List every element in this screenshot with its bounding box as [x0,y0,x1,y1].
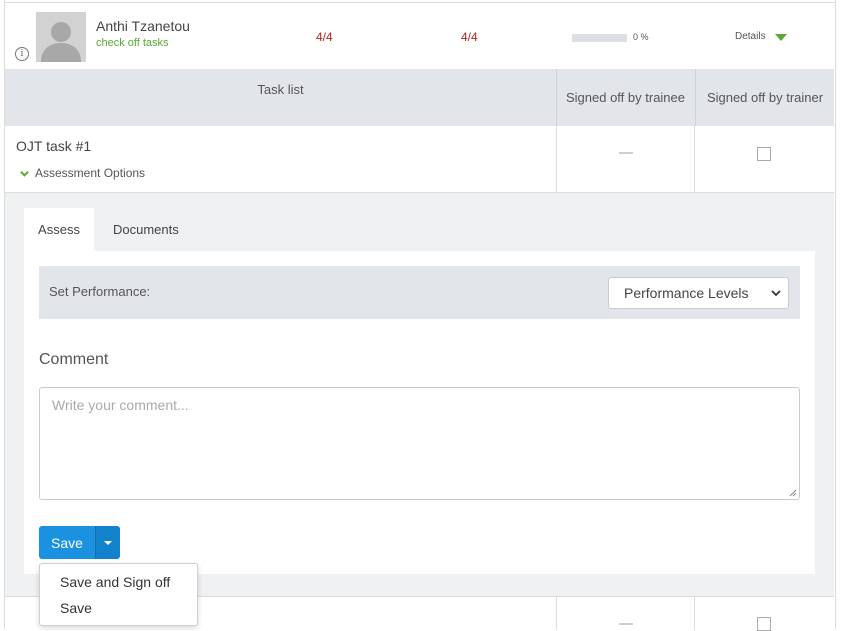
menu-item-save[interactable]: Save [60,600,92,616]
avatar [36,12,86,62]
chevron-down-icon [771,290,781,297]
caret-down-icon [104,540,112,545]
chevron-down-icon [20,170,29,177]
column-divider [556,126,557,192]
assess-tab-content: Set Performance: Performance Levels Comm… [24,251,815,574]
performance-select-value: Performance Levels [624,285,749,301]
trainee-signoff-dash [619,152,633,154]
assessment-options-label: Assessment Options [35,166,146,180]
column-divider [694,597,695,630]
table-row: OJT task #1 Assessment Options [5,126,834,193]
trainer-signoff-checkbox[interactable] [757,147,771,161]
trainee-row: i Anthi Tzanetou check off tasks 4/4 4/4… [5,3,834,69]
header-signed-trainee: Signed off by trainee [556,69,694,126]
trainee-signoff-dash [619,623,633,625]
header-task-list: Task list [257,82,304,97]
set-performance-label: Set Performance: [49,284,151,299]
save-dropdown-menu: Save and Sign off Save [39,563,198,626]
performance-bar: Set Performance: Performance Levels [39,266,800,319]
assessment-options-toggle[interactable]: Assessment Options [20,166,145,180]
info-icon[interactable]: i [15,47,29,61]
comment-label: Comment [39,351,109,368]
comment-textarea[interactable]: Write your comment... [39,387,800,500]
menu-item-save-and-sign-off[interactable]: Save and Sign off [60,574,170,590]
progress-bar [572,34,627,42]
assessment-panel: Assess Documents Set Performance: Perfor… [5,193,834,596]
task-count-b: 4/4 [461,30,478,44]
progress-label: 0 % [633,32,649,42]
column-divider [556,597,557,630]
task-table-header: Task list Signed off by trainee Signed o… [5,69,834,126]
trainee-name: Anthi Tzanetou [96,18,190,34]
tab-documents[interactable]: Documents [113,208,179,251]
task-count-a: 4/4 [316,30,333,44]
header-signed-trainer: Signed off by trainer [695,69,834,126]
tab-assess[interactable]: Assess [24,208,94,251]
comment-placeholder: Write your comment... [52,397,189,413]
save-options-toggle[interactable] [95,526,120,559]
details-toggle[interactable]: Details [735,31,766,42]
caret-down-icon[interactable] [775,34,787,41]
resize-grip-icon[interactable] [789,489,797,497]
save-button[interactable]: Save [39,526,95,559]
user-silhouette-icon [36,12,86,62]
performance-levels-select[interactable]: Performance Levels [608,277,789,309]
column-divider [694,126,695,192]
check-off-tasks-link[interactable]: check off tasks [96,37,169,49]
task-title: OJT task #1 [16,138,92,154]
